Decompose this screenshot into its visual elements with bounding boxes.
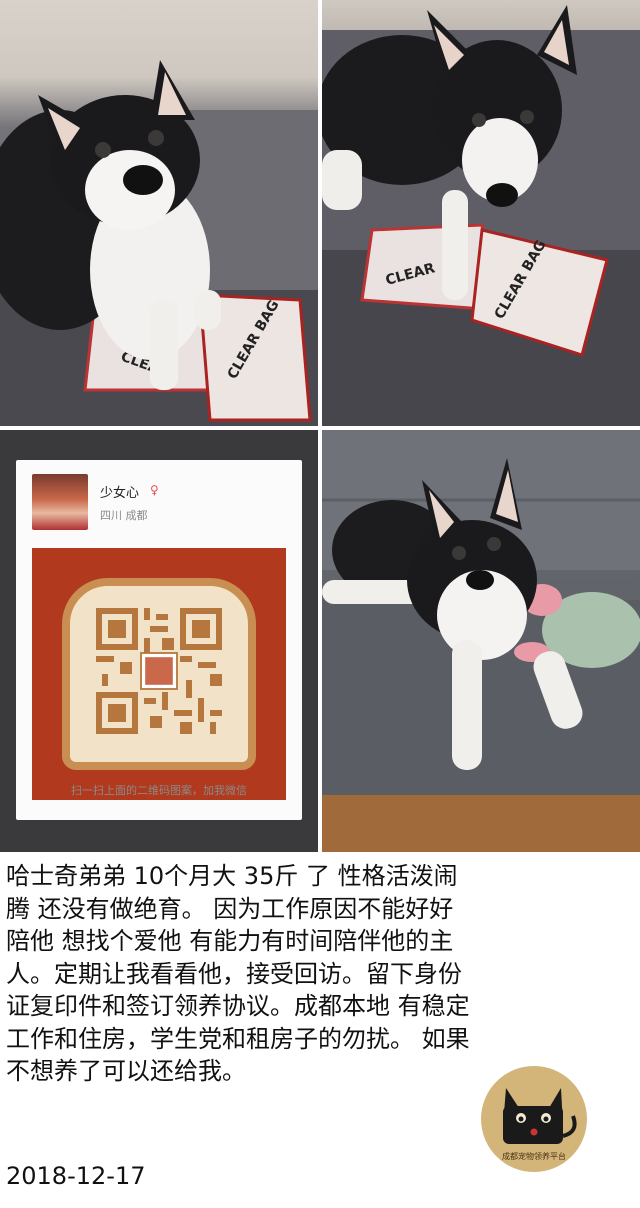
- qr-caption: 扫一扫上面的二维码图案，加我微信: [71, 784, 247, 797]
- user-avatar: [32, 474, 88, 530]
- user-location: 四川 成都: [100, 509, 148, 522]
- post-body: 哈士奇弟弟 10个月大 35斤 了 性格活泼闹腾 还没有做绝育。 因为工作原因不…: [6, 862, 470, 1085]
- wechat-qr-screenshot: 少女心 ♀ 四川 成都 扫一扫上面的二维码图案，加我微信: [0, 430, 318, 852]
- gender-female-icon: ♀: [150, 483, 159, 497]
- username: 少女心: [100, 486, 140, 501]
- husky-photo-4: [322, 430, 640, 852]
- qr-background: [32, 548, 286, 800]
- qr-code: [96, 608, 222, 734]
- qr-card: 少女心 ♀ 四川 成都 扫一扫上面的二维码图案，加我微信: [16, 460, 302, 820]
- cat-logo-icon: 成都宠物领养平台: [502, 1088, 577, 1161]
- platform-logo: 成都宠物领养平台: [481, 1066, 587, 1172]
- toast-frame: [62, 578, 256, 770]
- logo-text: 成都宠物领养平台: [502, 1151, 566, 1161]
- post-date: 2018-12-17: [6, 1162, 146, 1190]
- husky-standing-illustration: CLEAR CLEAR BAG: [322, 5, 640, 426]
- husky-photo-2: CLEAR CLEAR BAG: [322, 0, 640, 426]
- husky-sitting-illustration: CLEAR CLEAR BAG: [0, 60, 318, 426]
- husky-photo-1: CLEAR CLEAR BAG: [0, 0, 318, 426]
- husky-lying-illustration: [322, 430, 640, 852]
